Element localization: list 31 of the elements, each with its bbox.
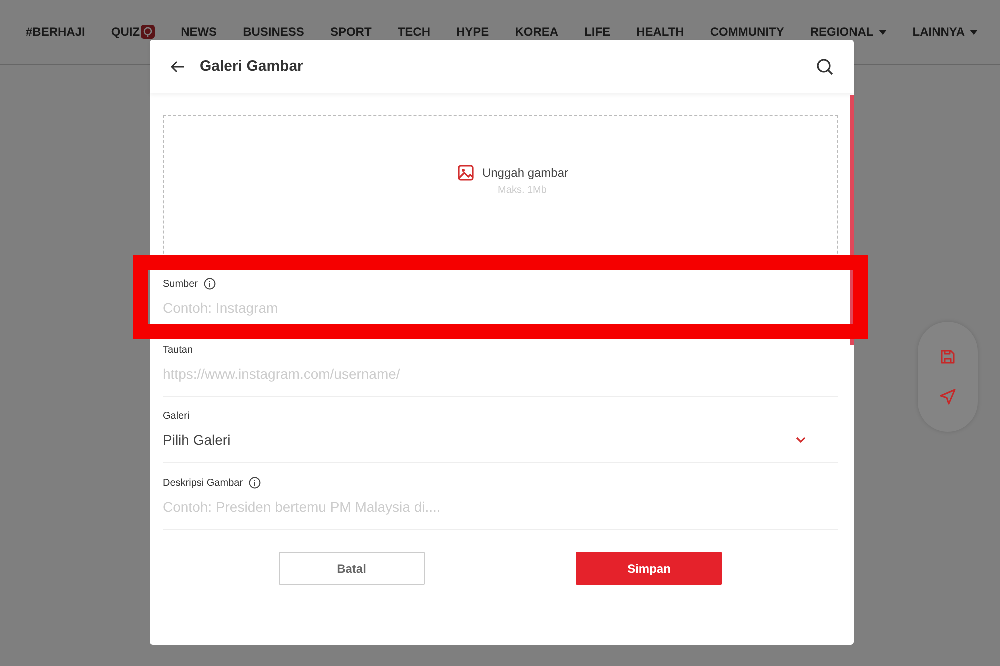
caret-icon[interactable] bbox=[878, 30, 887, 34]
nav-link[interactable]: TECH bbox=[398, 25, 430, 39]
nav-link[interactable]: SPORT bbox=[330, 25, 372, 39]
search-icon[interactable] bbox=[816, 58, 834, 76]
nav-link[interactable]: BUSINESS bbox=[243, 25, 304, 39]
field-label: Deskripsi Gambar bbox=[163, 478, 244, 488]
dialog-title: Galeri Gambar bbox=[200, 58, 304, 75]
image-icon bbox=[458, 164, 474, 180]
nav-link[interactable]: COMMUNITY bbox=[710, 25, 784, 39]
field-label: Tautan bbox=[163, 345, 194, 356]
nav-link[interactable]: NEWS bbox=[181, 25, 218, 39]
field-label: Galeri bbox=[163, 411, 190, 422]
nav-dropdown[interactable]: REGIONAL bbox=[810, 25, 887, 39]
nav-link[interactable]: HYPE bbox=[456, 25, 490, 39]
nav-link[interactable]: KOREA bbox=[515, 25, 559, 39]
back-arrow-icon[interactable] bbox=[170, 58, 186, 74]
action-button[interactable]: Batal bbox=[278, 552, 425, 585]
field-label: Sumber bbox=[163, 278, 198, 290]
nav-dropdown[interactable]: LAINNYA bbox=[912, 25, 978, 39]
nav-link[interactable]: QUIZ bbox=[111, 25, 140, 39]
upload-label: Unggah gambar bbox=[482, 166, 569, 180]
nav-link[interactable]: #BERHAJI bbox=[26, 25, 86, 39]
select-value[interactable]: Pilih Galeri bbox=[163, 432, 231, 448]
chevron-down-icon[interactable] bbox=[796, 437, 806, 443]
action-button[interactable]: Simpan bbox=[576, 552, 722, 585]
scrollbar-thumb[interactable] bbox=[850, 95, 854, 345]
caret-icon[interactable] bbox=[970, 30, 978, 34]
nav-link[interactable]: HEALTH bbox=[636, 25, 684, 39]
info-icon[interactable] bbox=[204, 278, 216, 290]
info-icon[interactable] bbox=[249, 477, 262, 489]
nav-link[interactable]: LIFE bbox=[584, 25, 611, 39]
